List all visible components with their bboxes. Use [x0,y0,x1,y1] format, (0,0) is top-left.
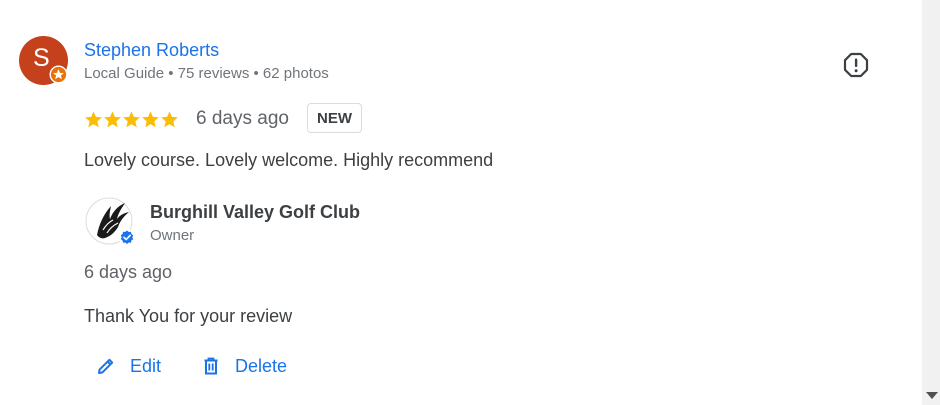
owner-role: Owner [150,227,195,244]
delete-label: Delete [235,355,288,376]
vertical-scrollbar[interactable] [922,0,940,405]
edit-button[interactable]: Edit [96,349,161,383]
local-guide-badge-icon [49,65,68,84]
delete-button[interactable]: Delete [201,349,287,383]
reviewer-meta: Local Guide • 75 reviews • 62 photos [84,65,329,82]
review-card: S Stephen Roberts Local Guide • 75 revie… [0,0,922,405]
owner-response-time: 6 days ago [84,262,173,282]
avatar-initial: S [33,44,50,72]
report-flag-icon[interactable] [842,51,870,79]
star-icon [85,110,102,127]
star-icon [161,110,178,127]
star-icon [142,110,159,127]
pencil-icon [98,358,114,374]
trash-icon [204,357,218,375]
star-icon [123,110,140,127]
star-rating [84,106,179,132]
review-page: S Stephen Roberts Local Guide • 75 revie… [0,0,940,405]
review-text: Lovely course. Lovely welcome. Highly re… [84,150,494,170]
owner-name: Burghill Valley Golf Club [150,202,361,222]
new-badge: NEW [307,103,362,133]
reviewer-name[interactable]: Stephen Roberts [84,38,219,62]
scroll-down-arrow-icon[interactable] [926,392,938,399]
star-icon [104,110,121,127]
owner-logo-icon [85,197,135,245]
review-time: 6 days ago [196,108,289,129]
edit-label: Edit [130,355,162,376]
owner-response-text: Thank You for your review [84,306,293,326]
